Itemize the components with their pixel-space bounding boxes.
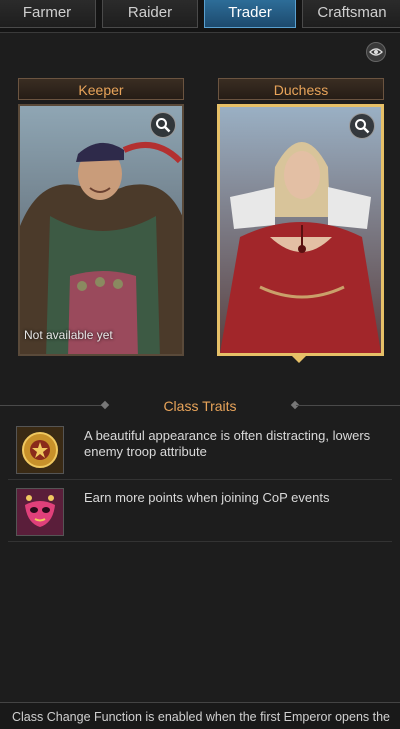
- selected-indicator-icon: [292, 356, 306, 363]
- class-traits-title: Class Traits: [163, 398, 237, 414]
- keeper-status-label: Not available yet: [24, 328, 113, 342]
- preview-eye-button[interactable]: [366, 42, 386, 62]
- keeper-name-banner: Keeper: [18, 78, 184, 100]
- magnifier-icon: [355, 119, 370, 134]
- duchess-zoom-button[interactable]: [349, 113, 375, 139]
- keeper-portrait-image: [20, 106, 182, 354]
- duchess-portrait-card[interactable]: [217, 104, 384, 356]
- duchess-name-banner: Duchess: [218, 78, 384, 100]
- trait-description: Earn more points when joining CoP events: [84, 490, 330, 505]
- magnifier-icon: [156, 118, 171, 133]
- festival-mask-icon: [16, 488, 64, 536]
- class-tab-bar: Farmer Raider Trader Craftsman: [0, 0, 400, 33]
- gold-emblem-icon: [16, 426, 64, 474]
- keeper-zoom-button[interactable]: [150, 112, 176, 138]
- eye-icon: [369, 48, 383, 56]
- tab-farmer[interactable]: Farmer: [0, 0, 96, 28]
- keeper-portrait-card[interactable]: Not available yet: [18, 104, 184, 356]
- trait-row: A beautiful appearance is often distract…: [8, 422, 392, 480]
- class-change-info-text: Class Change Function is enabled when th…: [12, 710, 390, 724]
- trait-row: Earn more points when joining CoP events: [8, 484, 392, 542]
- tab-raider[interactable]: Raider: [102, 0, 198, 28]
- tab-trader[interactable]: Trader: [204, 0, 296, 28]
- tab-craftsman[interactable]: Craftsman: [302, 0, 400, 28]
- trait-description: A beautiful appearance is often distract…: [84, 428, 371, 459]
- divider-right: [296, 405, 400, 406]
- duchess-portrait-image: [220, 107, 381, 353]
